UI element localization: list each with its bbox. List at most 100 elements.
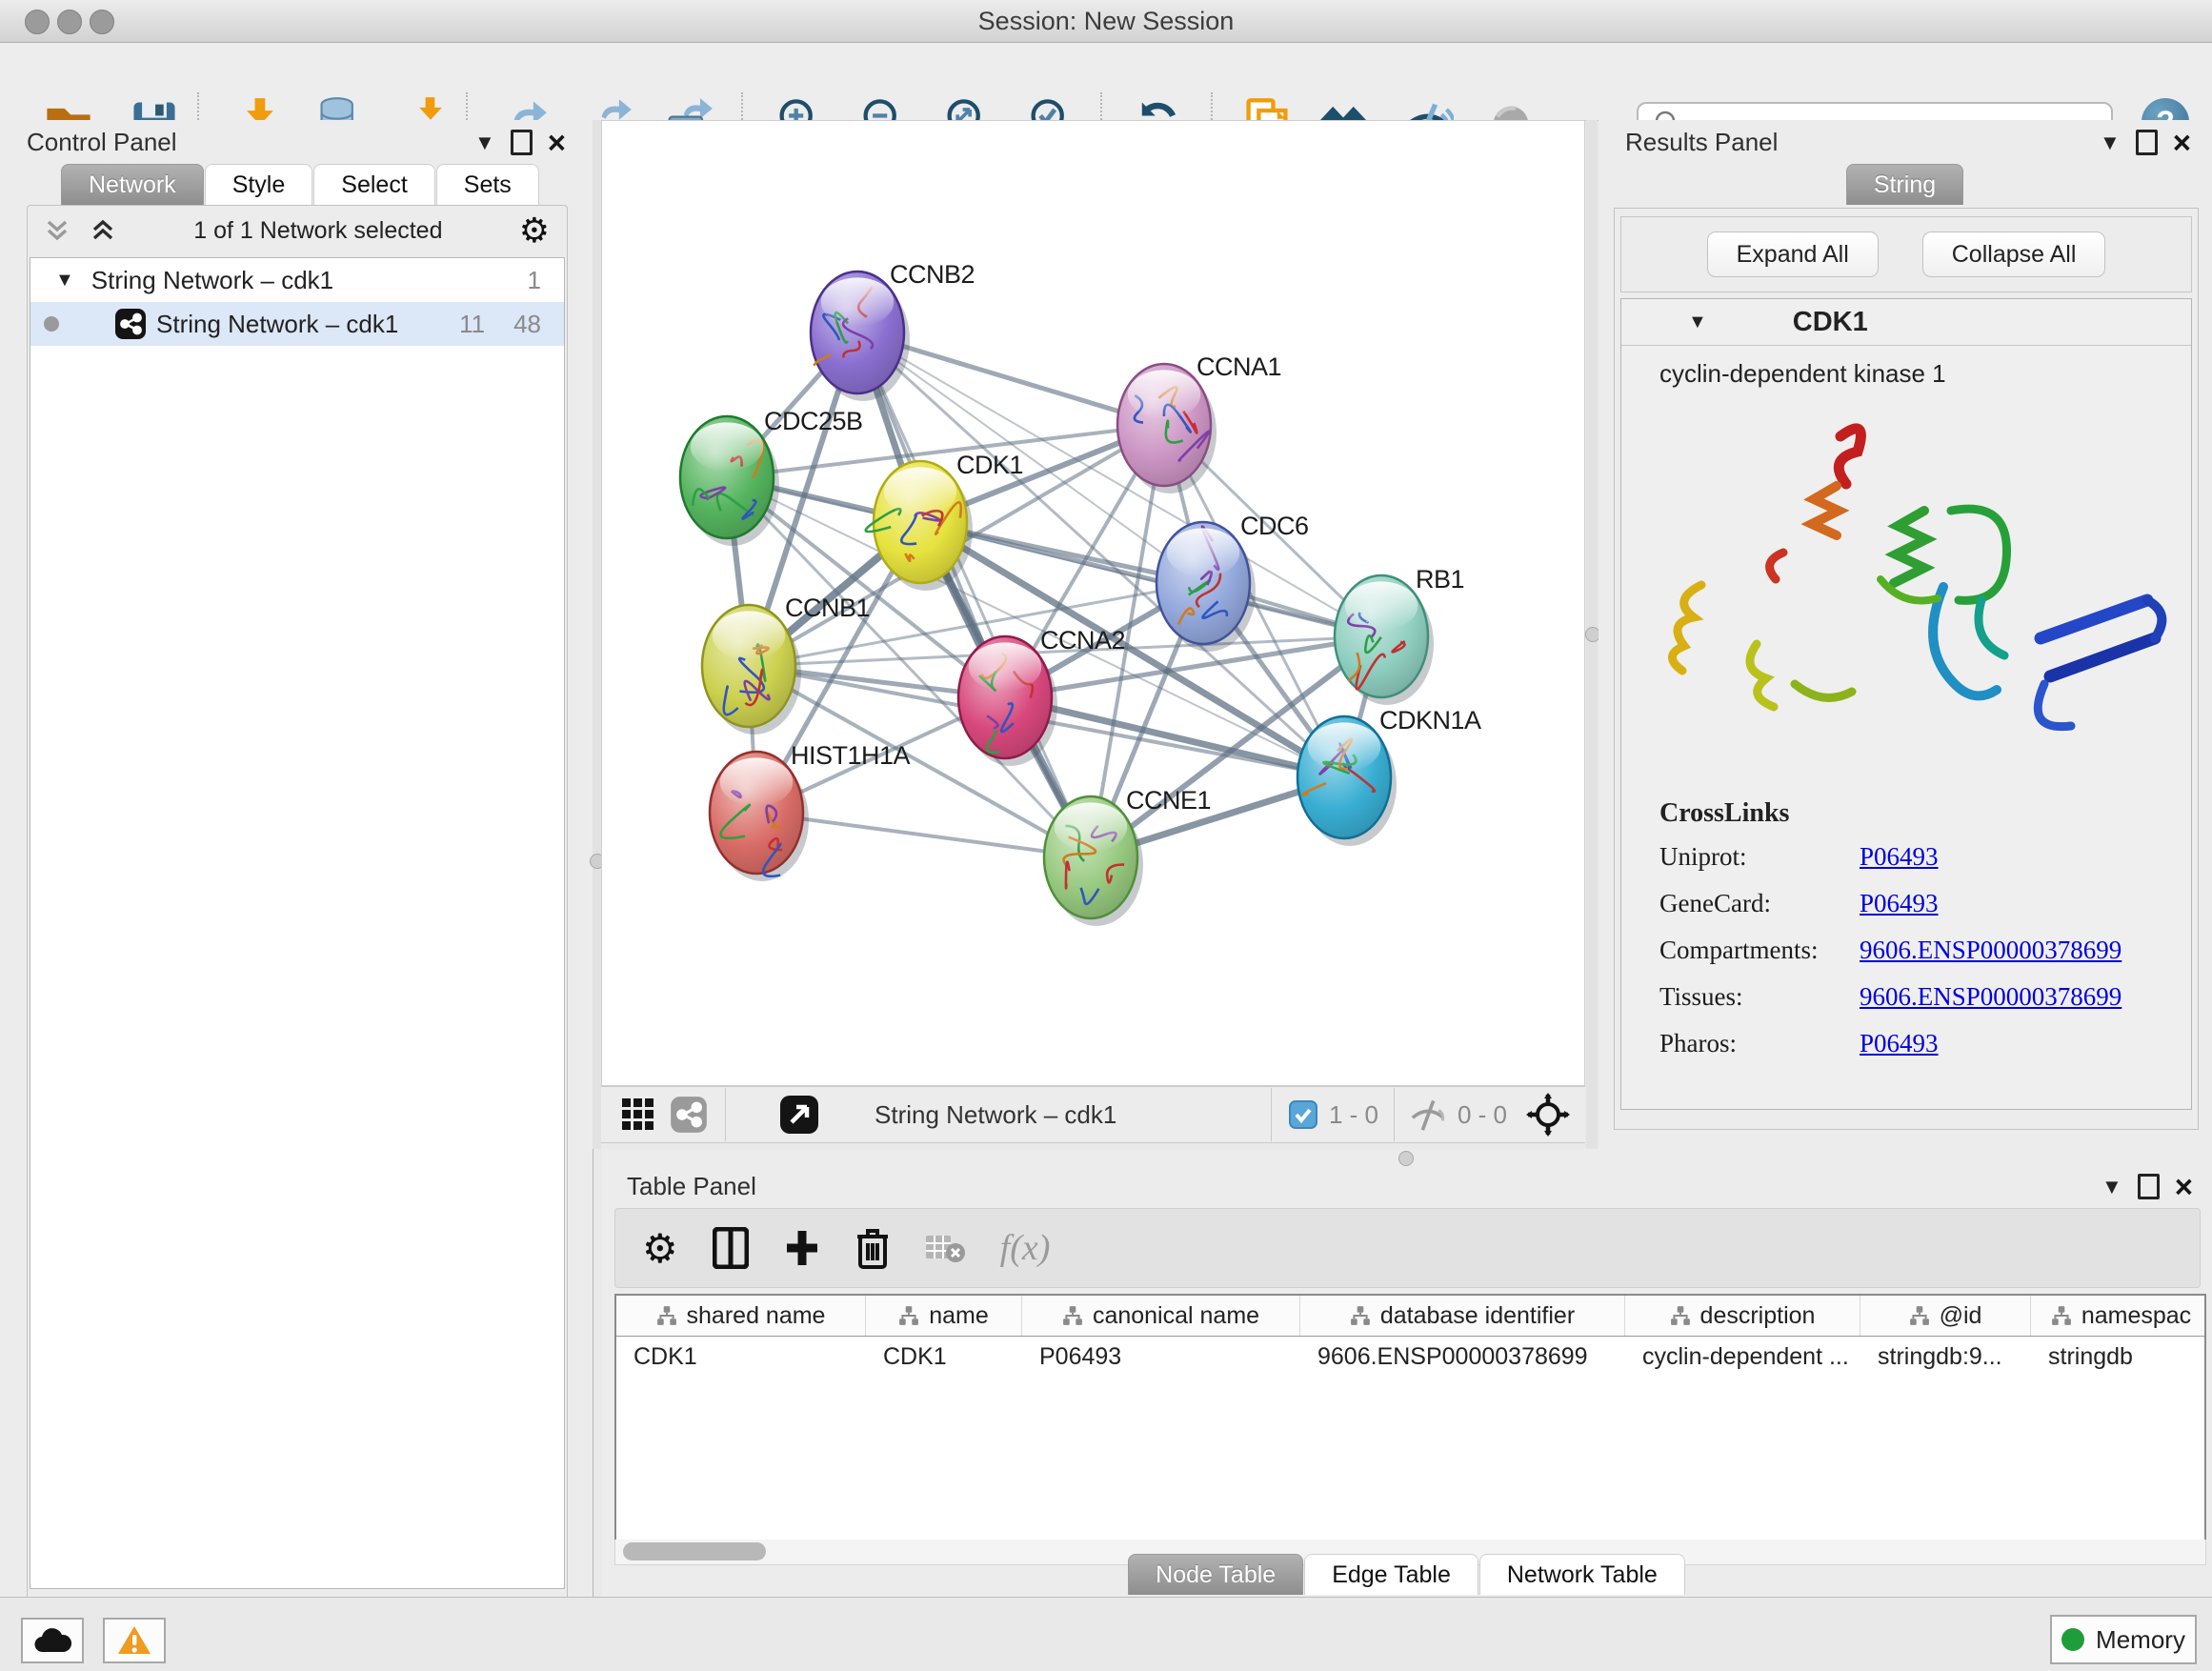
- node-table: shared namenamecanonical namedatabase id…: [614, 1294, 2206, 1541]
- application-window: Session: New Session: [0, 0, 2212, 1671]
- node-label-CCNB2: CCNB2: [890, 260, 975, 289]
- memory-button[interactable]: Memory: [2050, 1615, 2197, 1664]
- collapse-all-icon[interactable]: [43, 216, 71, 245]
- warning-button[interactable]: [103, 1618, 166, 1663]
- node-HIST1H1A[interactable]: [710, 752, 809, 881]
- birdseye-view-icon[interactable]: [779, 1095, 819, 1135]
- clear-table-icon[interactable]: [924, 1232, 966, 1264]
- table-row[interactable]: CDK1CDK1P064939606.ENSP00000378699cyclin…: [616, 1337, 2204, 1377]
- string-results-box: Expand All Collapse All ▼ CDK1 cyclin-de…: [1614, 208, 2199, 1130]
- close-panel-icon[interactable]: ×: [2173, 133, 2191, 152]
- gear-icon[interactable]: ⚙: [642, 1225, 678, 1272]
- close-panel-icon[interactable]: ×: [2175, 1178, 2193, 1197]
- current-network-dot-icon: [44, 316, 59, 332]
- expand-all-button[interactable]: Expand All: [1707, 232, 1879, 277]
- crosslink-link[interactable]: P06493: [1860, 842, 1939, 872]
- crosslink-link[interactable]: 9606.ENSP00000378699: [1860, 982, 2122, 1012]
- hidden-eye-icon[interactable]: [1408, 1097, 1448, 1132]
- table-header-row: shared namenamecanonical namedatabase id…: [616, 1296, 2204, 1337]
- network-list: ▼ String Network – cdk1 1 String Network…: [30, 257, 565, 1589]
- node-CDK1[interactable]: [866, 461, 973, 591]
- node-CCNA2[interactable]: [958, 636, 1057, 766]
- panel-menu-icon[interactable]: ▼: [2101, 1175, 2122, 1199]
- tab-style[interactable]: Style: [205, 164, 313, 205]
- tab-network[interactable]: Network: [61, 164, 204, 205]
- gene-header[interactable]: ▼ CDK1: [1621, 299, 2191, 346]
- edge-CDK1-RB1[interactable]: [920, 522, 1381, 636]
- table-cell: stringdb:9...: [1860, 1337, 2031, 1377]
- collapse-all-button[interactable]: Collapse All: [1922, 232, 2106, 277]
- network-selection-status: 1 of 1 Network selected: [117, 217, 519, 245]
- node-CDC6[interactable]: [1156, 522, 1256, 652]
- collapse-triangle-icon[interactable]: ▼: [55, 270, 74, 292]
- crosslink-link[interactable]: P06493: [1860, 889, 1939, 918]
- expand-all-icon[interactable]: [89, 216, 117, 245]
- add-column-icon[interactable]: [783, 1229, 821, 1267]
- node-CCNB1[interactable]: [702, 605, 801, 735]
- node-CCNB2[interactable]: [811, 272, 910, 401]
- table-toolbar: ⚙ f(x): [614, 1208, 2201, 1288]
- network-row[interactable]: String Network – cdk1 11 48: [30, 302, 564, 346]
- column-header-name[interactable]: name: [866, 1296, 1022, 1336]
- float-panel-icon[interactable]: [2138, 1174, 2160, 1199]
- node-label-CCNE1: CCNE1: [1126, 786, 1211, 815]
- column-header-description[interactable]: description: [1625, 1296, 1860, 1336]
- close-panel-icon[interactable]: ×: [548, 133, 566, 152]
- column-header--id[interactable]: @id: [1860, 1296, 2031, 1336]
- selected-count: 1 - 0: [1329, 1100, 1378, 1130]
- cloud-button[interactable]: [21, 1618, 84, 1663]
- network-collection-row[interactable]: ▼ String Network – cdk1 1: [30, 258, 564, 302]
- separator: [725, 1088, 726, 1141]
- float-panel-icon[interactable]: [2136, 130, 2158, 155]
- column-header-canonical-name[interactable]: canonical name: [1022, 1296, 1300, 1336]
- tab-sets[interactable]: Sets: [436, 164, 539, 205]
- crosslink-link[interactable]: 9606.ENSP00000378699: [1860, 936, 2122, 965]
- tab-select[interactable]: Select: [313, 164, 434, 205]
- results-panel-title: Results Panel: [1625, 128, 1778, 157]
- network-graph[interactable]: CCNB2CCNA1CDC25BCDK1CDC6RB1CCNB1CCNA2CDK…: [602, 121, 1584, 1085]
- tab-string[interactable]: String: [1846, 164, 1963, 205]
- crosslink-label: Tissues:: [1659, 982, 1860, 1012]
- column-header-shared-name[interactable]: shared name: [616, 1296, 866, 1336]
- gear-icon[interactable]: ⚙: [519, 211, 550, 251]
- network-panel: 1 of 1 Network selected ⚙ ▼ String Netwo…: [27, 205, 568, 1671]
- selected-checkbox-icon[interactable]: [1289, 1100, 1317, 1129]
- network-view-toolbar: String Network – cdk1 1 - 0 0 - 0: [601, 1086, 1585, 1143]
- splitter-handle[interactable]: [1398, 1151, 1414, 1166]
- node-label-CDKN1A: CDKN1A: [1379, 706, 1481, 735]
- crosslink-link[interactable]: P06493: [1860, 1029, 1939, 1058]
- collection-name: String Network – cdk1: [91, 266, 528, 295]
- collapse-triangle-icon[interactable]: ▼: [1688, 312, 1707, 333]
- node-RB1[interactable]: [1335, 575, 1434, 705]
- column-header-database-identifier[interactable]: database identifier: [1300, 1296, 1625, 1336]
- edge-CCNB2-CCNE1[interactable]: [857, 332, 1091, 857]
- crosslink-row: Pharos:P06493: [1659, 1029, 2191, 1058]
- node-CCNE1[interactable]: [1044, 796, 1143, 926]
- column-header-namespac[interactable]: namespac: [2031, 1296, 2206, 1336]
- left-splitter[interactable]: [593, 120, 601, 1149]
- panel-menu-icon[interactable]: ▼: [474, 131, 495, 155]
- crosshair-icon[interactable]: [1526, 1093, 1570, 1137]
- float-panel-icon[interactable]: [511, 130, 533, 155]
- gene-description: cyclin-dependent kinase 1: [1621, 346, 2191, 389]
- right-splitter[interactable]: [1586, 120, 1598, 1149]
- panel-menu-icon[interactable]: ▼: [2100, 131, 2121, 155]
- columns-icon[interactable]: [713, 1227, 749, 1269]
- crosslink-label: Compartments:: [1659, 936, 1860, 965]
- table-tabs: Node TableEdge TableNetwork Table: [602, 1554, 2212, 1595]
- view-network-title: String Network – cdk1: [875, 1100, 1116, 1130]
- delete-column-icon[interactable]: [855, 1227, 890, 1269]
- node-CCNA1[interactable]: [1117, 364, 1217, 493]
- function-builder-icon[interactable]: f(x): [1000, 1227, 1051, 1269]
- tab-node-table[interactable]: Node Table: [1128, 1554, 1303, 1595]
- grid-view-icon[interactable]: [620, 1097, 656, 1133]
- crosslink-label: GeneCard:: [1659, 889, 1860, 918]
- node-CDKN1A[interactable]: [1297, 716, 1397, 846]
- tab-network-table[interactable]: Network Table: [1479, 1554, 1685, 1595]
- share-view-icon[interactable]: [670, 1096, 708, 1134]
- network-canvas[interactable]: CCNB2CCNA1CDC25BCDK1CDC6RB1CCNB1CCNA2CDK…: [601, 120, 1585, 1086]
- node-label-CDK1: CDK1: [956, 451, 1023, 479]
- cloud-icon: [33, 1627, 71, 1654]
- tab-edge-table[interactable]: Edge Table: [1304, 1554, 1478, 1595]
- table-panel-title: Table Panel: [627, 1172, 756, 1201]
